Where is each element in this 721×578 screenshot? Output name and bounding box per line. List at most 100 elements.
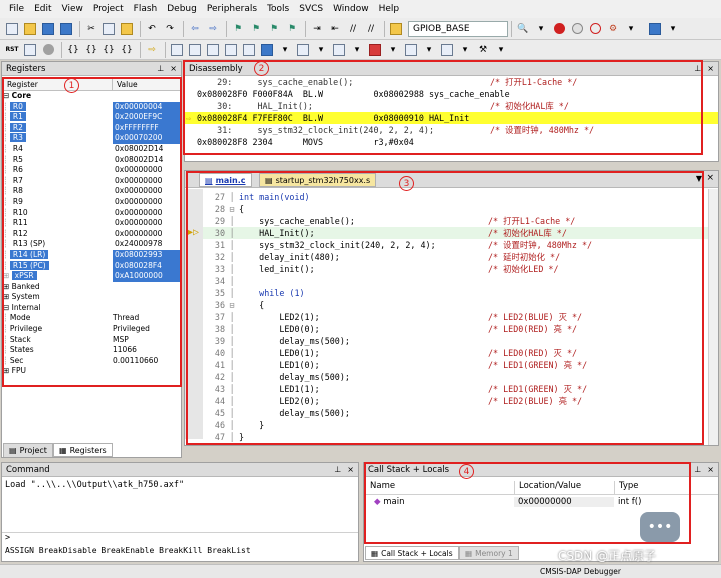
close-icon[interactable]: × xyxy=(707,64,714,73)
register-row-xpsr[interactable]: ⊞ xPSR 0xA1000000 xyxy=(3,271,181,282)
register-row-r11[interactable]: ┊ R11 0x00000000 xyxy=(3,218,181,229)
disassembly-body[interactable]: 29: sys_cache_enable(); /* 打开L1-Cache */ 0… xyxy=(185,76,718,160)
breakpoint-disable-icon[interactable] xyxy=(569,21,585,37)
code-line[interactable]: 28 ⊟{ xyxy=(203,203,708,215)
code-line[interactable]: 27 │ int main(void) xyxy=(203,191,708,203)
menu-tools[interactable]: Tools xyxy=(262,0,294,18)
dropdown-icon-6[interactable]: ▾ xyxy=(349,42,365,58)
internal-row-states[interactable]: ┊ States 11066 xyxy=(3,345,181,356)
tab-list-icon[interactable]: ▼ xyxy=(696,174,702,183)
register-value[interactable]: 0x00000000 xyxy=(113,186,181,197)
register-value[interactable]: 0x00000000 xyxy=(113,176,181,187)
close-icon[interactable]: × xyxy=(706,173,714,183)
col-register[interactable]: Register xyxy=(3,79,113,90)
tab-main-c[interactable]: ▤ main.c xyxy=(199,173,252,187)
menu-help[interactable]: Help xyxy=(374,0,405,18)
fold-marker[interactable]: ⊟ xyxy=(225,203,239,215)
outdent-icon[interactable]: ⇤ xyxy=(327,21,343,37)
code-line[interactable]: 40 │ LED0(1); /* LED0(RED) 灭 */ xyxy=(203,347,708,359)
fold-marker[interactable]: │ xyxy=(225,287,239,299)
menu-flash[interactable]: Flash xyxy=(129,0,163,18)
window-layout-icon[interactable] xyxy=(647,21,663,37)
menu-project[interactable]: Project xyxy=(88,0,129,18)
watch-window-icon[interactable] xyxy=(259,42,275,58)
register-row-r9[interactable]: ┊ R9 0x00000000 xyxy=(3,197,181,208)
menu-debug[interactable]: Debug xyxy=(162,0,202,18)
dropdown-icon-8[interactable]: ▾ xyxy=(421,42,437,58)
dropdown-icon-5[interactable]: ▾ xyxy=(313,42,329,58)
memory-window-icon[interactable] xyxy=(295,42,311,58)
fold-marker[interactable]: │ xyxy=(225,215,239,227)
collapse-icon[interactable]: ⊟ xyxy=(3,91,12,100)
dropdown-icon-4[interactable]: ▾ xyxy=(277,42,293,58)
expand-icon[interactable]: ⊞ xyxy=(3,366,12,375)
fold-marker[interactable]: │ xyxy=(225,227,239,239)
dropdown-icon-3[interactable]: ▾ xyxy=(665,21,681,37)
analysis-window-icon[interactable] xyxy=(367,42,383,58)
register-value[interactable]: 0x00000004 xyxy=(113,101,181,113)
menu-svcs[interactable]: SVCS xyxy=(294,0,328,18)
register-row-r7[interactable]: ┊ R7 0x00000000 xyxy=(3,176,181,187)
col-value[interactable]: Value xyxy=(113,79,181,90)
disasm-line[interactable]: 0x080028F0 F000F84A BL.W 0x08002988 sys_… xyxy=(185,88,718,100)
dropdown-icon[interactable]: ▾ xyxy=(533,21,549,37)
find-in-files-icon[interactable] xyxy=(388,21,404,37)
tools-icon[interactable]: ⚙ xyxy=(605,21,621,37)
collapse-icon[interactable]: ⊟ xyxy=(3,303,12,312)
code-line[interactable]: 41 │ LED1(0); /* LED1(GREEN) 亮 */ xyxy=(203,359,708,371)
register-row-r8[interactable]: ┊ R8 0x00000000 xyxy=(3,186,181,197)
command-window-icon[interactable] xyxy=(169,42,185,58)
banked-group[interactable]: ⊞ Banked xyxy=(3,282,181,293)
col-location[interactable]: Location/Value xyxy=(514,481,614,494)
internal-group[interactable]: ⊟ Internal xyxy=(3,303,181,314)
fold-marker[interactable]: │ xyxy=(225,419,239,431)
register-value[interactable]: 0xA1000000 xyxy=(113,271,181,282)
code-line[interactable]: 29 │ sys_cache_enable(); /* 打开L1-Cache */ xyxy=(203,215,708,227)
tab-registers[interactable]: ▦ Registers xyxy=(53,443,113,457)
nav-back-icon[interactable]: ⇦ xyxy=(187,21,203,37)
fold-marker[interactable]: │ xyxy=(225,275,239,287)
call-stack-window-icon[interactable] xyxy=(241,42,257,58)
dropdown-icon-2[interactable]: ▾ xyxy=(623,21,639,37)
callstack-row[interactable]: ◆ main 0x00000000 int f() xyxy=(364,495,718,508)
toolbox-icon[interactable]: ⚒ xyxy=(475,42,491,58)
close-icon[interactable]: × xyxy=(707,465,714,474)
run-icon[interactable] xyxy=(22,42,38,58)
registers-window-icon[interactable] xyxy=(223,42,239,58)
paste-icon[interactable] xyxy=(119,21,135,37)
fold-marker[interactable]: │ xyxy=(225,407,239,419)
code-line[interactable]: 36 ⊟ { xyxy=(203,299,708,311)
open-file-icon[interactable] xyxy=(22,21,38,37)
breakpoint-icon[interactable] xyxy=(551,21,567,37)
register-value[interactable]: 0x00000000 xyxy=(113,165,181,176)
fold-marker[interactable]: │ xyxy=(225,311,239,323)
register-value[interactable]: 0x00000000 xyxy=(113,197,181,208)
new-file-icon[interactable] xyxy=(4,21,20,37)
register-row-r1[interactable]: ┊ R1 0x2000EF9C xyxy=(3,112,181,123)
reset-icon[interactable]: RST xyxy=(4,42,20,58)
fold-marker[interactable]: ⊟ xyxy=(225,299,239,311)
step-out-icon[interactable]: {} xyxy=(101,42,117,58)
internal-row-sec[interactable]: ┊ Sec 0.00110660 xyxy=(3,356,181,367)
comment-icon[interactable]: // xyxy=(345,21,361,37)
fpu-group[interactable]: ⊞ FPU xyxy=(3,366,181,377)
undo-icon[interactable]: ↶ xyxy=(144,21,160,37)
target-combo[interactable]: GPIOB_BASE xyxy=(408,20,508,37)
step-into-icon[interactable]: {} xyxy=(65,42,81,58)
register-value[interactable]: 0x08002993 xyxy=(113,249,181,261)
cut-icon[interactable]: ✂ xyxy=(83,21,99,37)
fold-marker[interactable]: │ xyxy=(225,191,239,203)
fold-marker[interactable]: │ xyxy=(225,383,239,395)
disasm-line[interactable]: 31: sys_stm32_clock_init(240, 2, 2, 4); /… xyxy=(185,124,718,136)
dropdown-icon-10[interactable]: ▾ xyxy=(493,42,509,58)
fold-marker[interactable]: │ xyxy=(225,431,239,443)
bookmark-prev-icon[interactable]: ⚑ xyxy=(248,21,264,37)
step-over-icon[interactable]: {} xyxy=(83,42,99,58)
run-to-cursor-icon[interactable]: {} xyxy=(119,42,135,58)
register-row-r5[interactable]: ┊ R5 0x08002D14 xyxy=(3,155,181,166)
pin-icon[interactable]: ⊥ xyxy=(694,465,701,474)
save-all-icon[interactable] xyxy=(58,21,74,37)
dropdown-icon-9[interactable]: ▾ xyxy=(457,42,473,58)
code-line[interactable]: 44 │ LED2(0); /* LED2(BLUE) 亮 */ xyxy=(203,395,708,407)
register-row-r2[interactable]: ┊ R2 0xFFFFFFFF xyxy=(3,122,181,134)
